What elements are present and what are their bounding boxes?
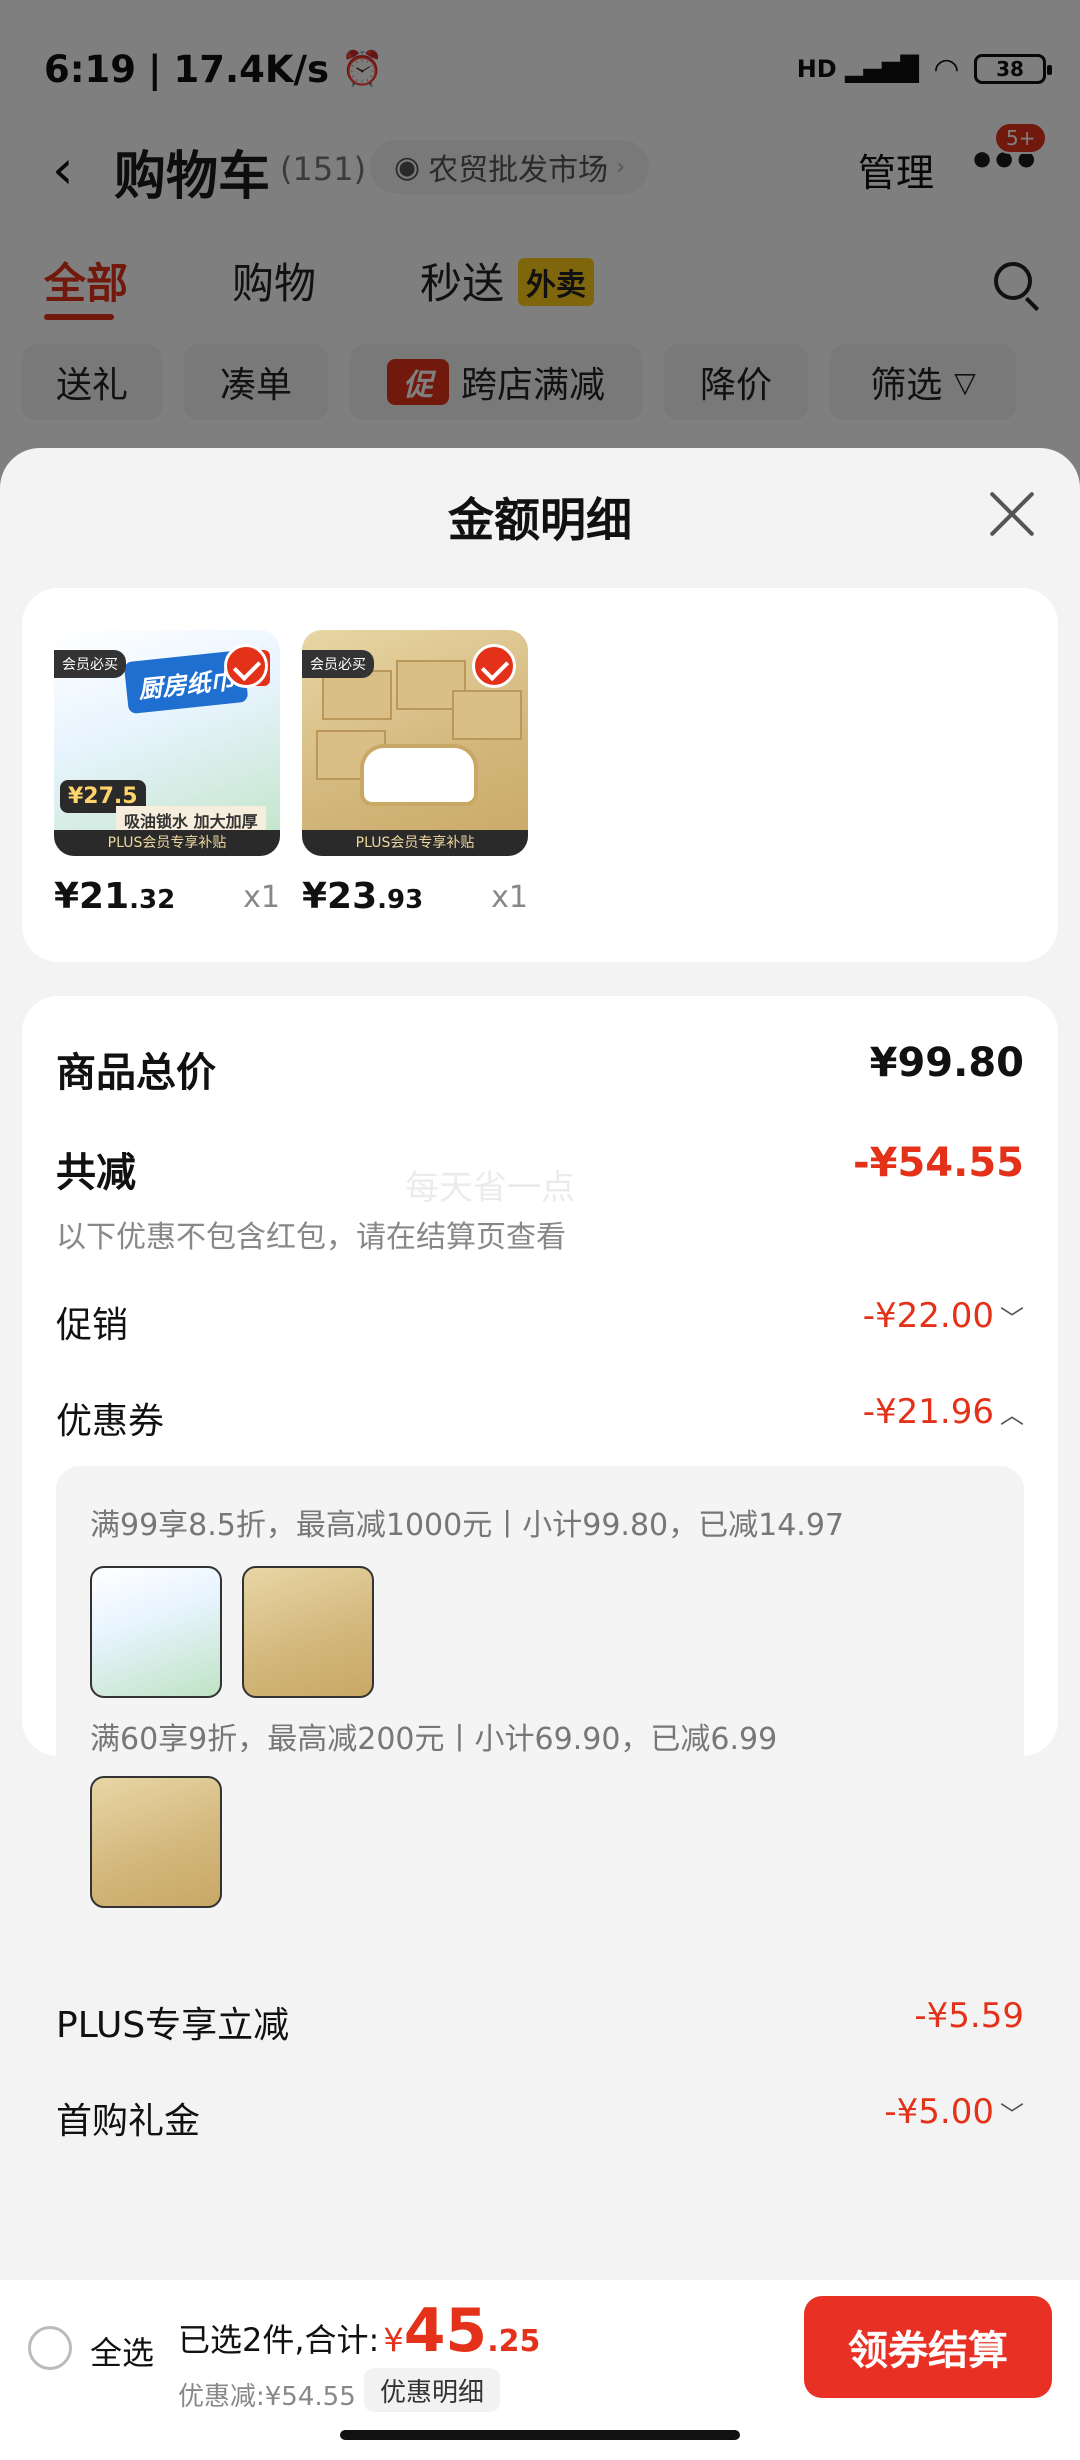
product-image: 会员必买 PLUS会员专享补贴: [302, 630, 528, 856]
coupon-product-thumb: [242, 1566, 374, 1698]
product-price: ¥23.93: [302, 876, 424, 917]
checkout-button[interactable]: 领券结算: [804, 2296, 1052, 2398]
checkout-bar: 全选 已选2件,合计: ¥ 45 .25 优惠减:¥54.55 优惠明细 领券结…: [0, 2280, 1080, 2460]
coupon-value: -¥21.96 ︿: [862, 1392, 1024, 1432]
chevron-down-icon: ﹀: [1000, 1305, 1024, 1333]
discount-text: 优惠减:¥54.55: [178, 2382, 356, 2412]
product-item[interactable]: 会员必买 PLUS会员专享补贴 ¥23.93 x1: [302, 630, 528, 917]
product-item[interactable]: 厨房纸巾 大 ¥27.5 吸油锁水 加大加厚 会员必买 PLUS会员专享补贴 ¥…: [54, 630, 280, 917]
watermark: 每天省一点: [405, 1168, 575, 1208]
first-buy-label: 首购礼金: [56, 2101, 201, 2142]
product-price: ¥21.32: [54, 876, 176, 917]
selected-products-card: 厨房纸巾 大 ¥27.5 吸油锁水 加大加厚 会员必买 PLUS会员专享补贴 ¥…: [22, 588, 1058, 962]
total-int: 45: [403, 2296, 488, 2366]
sheet-title: 金额明细: [448, 493, 632, 547]
plus-label: PLUS专享立减: [56, 2005, 290, 2046]
total-value: ¥99.80: [869, 1040, 1024, 1086]
tissue-art: [364, 748, 474, 802]
selected-text: 已选2件,合计:: [178, 2321, 380, 2359]
select-all-radio[interactable]: [28, 2326, 72, 2370]
select-all-label[interactable]: 全选: [90, 2328, 154, 2374]
plus-ribbon: PLUS会员专享补贴: [302, 830, 528, 856]
reduce-label: 共减: [56, 1150, 136, 1196]
currency: ¥: [383, 2321, 404, 2359]
close-icon[interactable]: [986, 488, 1038, 540]
coupon-product-thumb: [90, 1776, 222, 1908]
discount-detail-button[interactable]: 优惠明细: [364, 2368, 501, 2412]
promo-value: -¥22.00 ﹀: [862, 1296, 1024, 1336]
coupon-label: 优惠券: [56, 1401, 165, 1442]
chevron-down-icon: ﹀: [1000, 2101, 1024, 2129]
total-summary: 已选2件,合计: ¥ 45 .25: [178, 2296, 540, 2366]
product-image: 厨房纸巾 大 ¥27.5 吸油锁水 加大加厚 会员必买 PLUS会员专享补贴: [54, 630, 280, 856]
plus-value: -¥5.59: [914, 1996, 1024, 2036]
coupon-rule-2: 满60享9折，最高减200元丨小计69.90，已减6.99: [90, 1722, 778, 1757]
check-icon: [472, 644, 516, 688]
total-dec: .25: [487, 2324, 541, 2359]
member-ribbon: 会员必买: [54, 650, 126, 678]
product-qty: x1: [491, 880, 528, 915]
coupon-product-thumb: [90, 1566, 222, 1698]
coupon-detail-box: 满99享8.5折，最高减1000元丨小计99.80，已减14.97 满60享9折…: [56, 1466, 1024, 1952]
amount-breakdown-card: 商品总价 ¥99.80 共减 -¥54.55 以下优惠不包含红包，请在结算页查看…: [22, 996, 1058, 2142]
promo-label: 促销: [56, 1305, 129, 1346]
product-qty: x1: [243, 880, 280, 915]
home-indicator[interactable]: [340, 2430, 740, 2440]
reduce-value: -¥54.55: [853, 1140, 1024, 1186]
total-label: 商品总价: [56, 1050, 216, 1096]
plus-ribbon: PLUS会员专享补贴: [54, 830, 280, 856]
reduce-note: 以下优惠不包含红包，请在结算页查看: [56, 1220, 566, 1255]
first-buy-value: -¥5.00 ﹀: [884, 2092, 1024, 2132]
check-icon: [224, 644, 268, 688]
chevron-up-icon: ︿: [1000, 1401, 1024, 1429]
member-ribbon: 会员必买: [302, 650, 374, 678]
coupon-rule-1: 满99享8.5折，最高减1000元丨小计99.80，已减14.97: [90, 1508, 844, 1543]
amount-detail-sheet: 金额明细 厨房纸巾 大 ¥27.5 吸油锁水 加大加厚 会员必买 PLUS会员专…: [0, 448, 1080, 2460]
